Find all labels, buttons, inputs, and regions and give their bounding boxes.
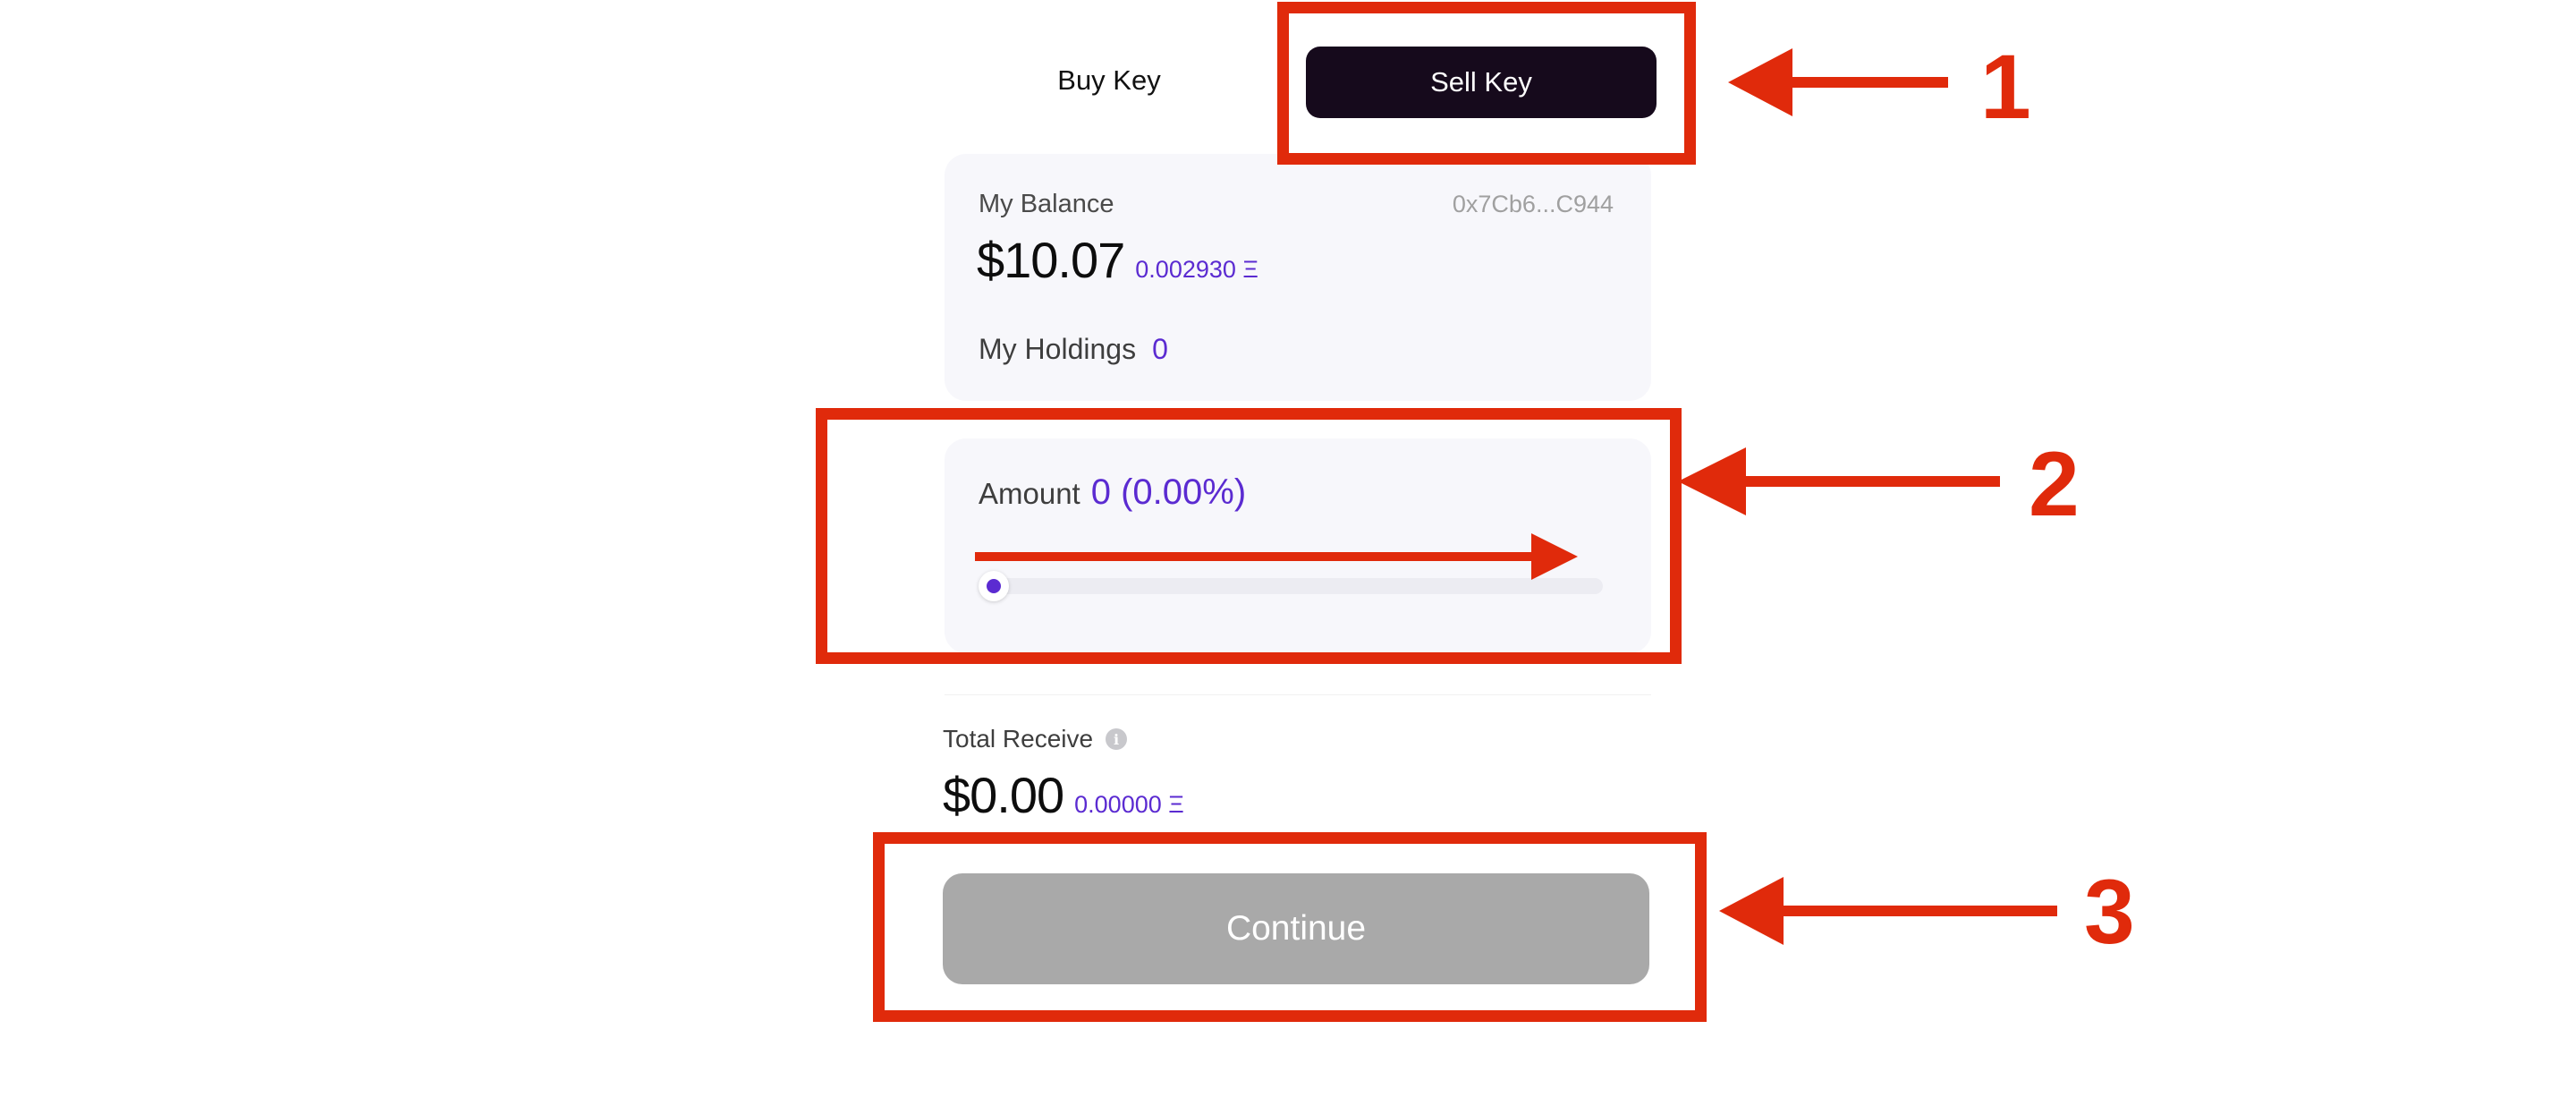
slider-direction-arrow-icon: [975, 533, 1578, 580]
arrow-3-icon: [1719, 877, 2057, 945]
annotation-number-3: 3: [2084, 861, 2135, 963]
arrow-1-icon: [1728, 48, 1948, 116]
annotation-arrows: [975, 48, 2057, 945]
annotation-number-2: 2: [2029, 433, 2080, 535]
annotation-number-1: 1: [1980, 36, 2031, 138]
arrow-2-icon: [1678, 447, 2000, 515]
